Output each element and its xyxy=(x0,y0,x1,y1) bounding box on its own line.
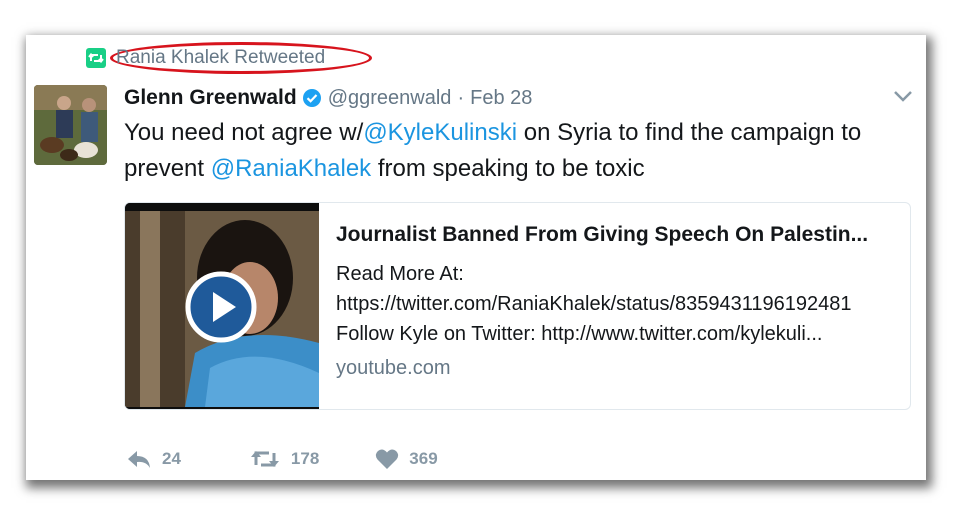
verified-badge-icon xyxy=(302,89,321,107)
card-domain: youtube.com xyxy=(336,357,451,379)
heart-icon xyxy=(376,449,399,469)
tweet-text: You need not agree w/@KyleKulinski on Sy… xyxy=(124,115,914,187)
card-description: Read More At: https://twitter.com/RaniaK… xyxy=(336,259,901,349)
tweet-actions: 24 178 369 xyxy=(126,444,486,474)
mention-link[interactable]: @RaniaKhalek xyxy=(211,155,371,182)
reply-button[interactable]: 24 xyxy=(126,448,181,470)
chevron-down-icon[interactable] xyxy=(892,85,914,107)
retweet-count: 178 xyxy=(290,449,320,468)
tweet-text-part: from speaking to be toxic xyxy=(371,155,645,182)
play-icon[interactable] xyxy=(185,271,257,343)
retweeted-by-label[interactable]: Rania Khalek Retweeted xyxy=(116,47,325,69)
retweet-context: Rania Khalek Retweeted xyxy=(86,47,325,69)
author-handle[interactable]: @ggreenwald xyxy=(328,87,452,110)
retweet-button[interactable]: 178 xyxy=(249,448,319,470)
tweet-date[interactable]: Feb 28 xyxy=(470,87,532,110)
like-button[interactable]: 369 xyxy=(375,448,438,470)
card-info: Journalist Banned From Giving Speech On … xyxy=(336,223,901,380)
card-desc-line: Read More At: xyxy=(336,263,464,285)
tweet-header: Glenn Greenwald @ggreenwald · Feb 28 xyxy=(124,84,919,112)
card-desc-line: https://twitter.com/RaniaKhalek/status/8… xyxy=(336,293,852,315)
retweet-icon xyxy=(86,48,106,68)
retweet-icon xyxy=(250,451,279,467)
video-thumbnail[interactable] xyxy=(125,203,319,409)
author-name[interactable]: Glenn Greenwald xyxy=(124,86,297,110)
avatar[interactable] xyxy=(34,85,107,165)
mention-link[interactable]: @KyleKulinski xyxy=(363,119,517,146)
dot-separator: · xyxy=(457,86,465,109)
tweet-text-part: You need not agree w/ xyxy=(124,119,364,146)
link-preview-card[interactable]: Journalist Banned From Giving Speech On … xyxy=(124,202,911,410)
card-desc-line: Follow Kyle on Twitter: http://www.twitt… xyxy=(336,323,823,345)
reply-icon xyxy=(128,451,150,468)
tweet-card[interactable]: Rania Khalek Retweeted Glenn Greenwald @… xyxy=(26,35,926,480)
like-count: 369 xyxy=(409,449,438,468)
card-title[interactable]: Journalist Banned From Giving Speech On … xyxy=(336,223,901,247)
reply-count: 24 xyxy=(162,449,181,468)
